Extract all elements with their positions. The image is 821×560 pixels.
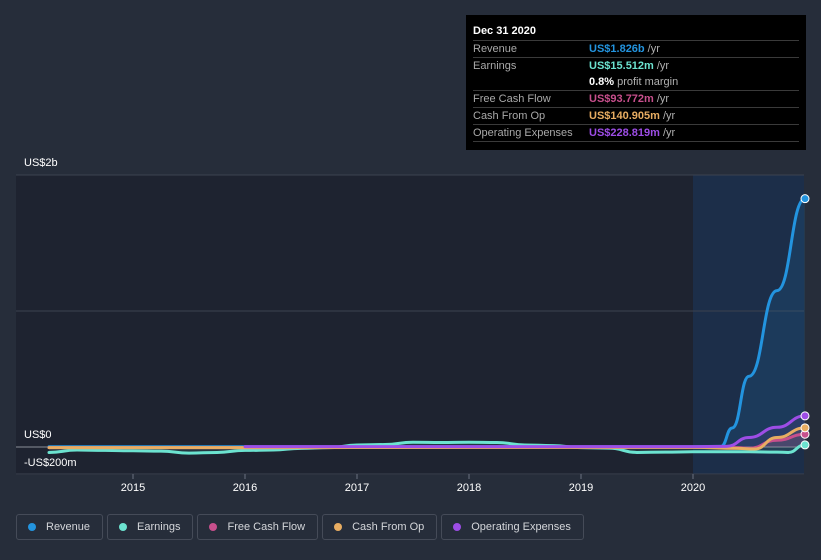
x-tick-label: 2019 — [569, 482, 593, 494]
cash-from-op-end-point — [800, 423, 810, 433]
tooltip-date: Dec 31 2020 — [473, 23, 799, 41]
earnings-end-point — [800, 440, 810, 450]
legend-label: Free Cash Flow — [227, 521, 306, 533]
y-tick-label: US$2b — [24, 157, 58, 169]
tooltip-row: 0.8% profit margin — [473, 74, 799, 91]
legend-item-operating-expenses[interactable]: Operating Expenses — [441, 514, 584, 540]
tooltip-row-label: Operating Expenses — [473, 127, 573, 139]
x-tick-label: 2017 — [345, 482, 369, 494]
tooltip-row: Revenue US$1.826b/yr — [473, 41, 799, 58]
y-tick-label: US$0 — [24, 429, 52, 441]
legend-label: Revenue — [46, 521, 91, 533]
tooltip-row-unit: /yr — [656, 93, 670, 105]
legend-dot-icon — [453, 523, 462, 531]
tooltip-row-unit: profit margin — [617, 76, 679, 88]
legend-item-cash-from-op[interactable]: Cash From Op — [322, 514, 438, 540]
tooltip-row-value: US$140.905m — [589, 110, 660, 122]
legend-dot-icon — [28, 523, 36, 531]
revenue-end-point — [800, 194, 810, 204]
legend-dot-icon — [334, 523, 343, 531]
x-tick-label: 2018 — [457, 482, 481, 494]
tooltip-row-unit: /yr — [647, 43, 660, 55]
tooltip-row-value: 0.8% — [589, 76, 615, 88]
y-tick-label: -US$200m — [24, 457, 77, 469]
tooltip-row-value: US$93.772m — [589, 93, 654, 105]
tooltip-row-unit: /yr — [662, 110, 676, 122]
legend-item-free-cash-flow[interactable]: Free Cash Flow — [197, 514, 319, 540]
tooltip-row-value: US$1.826b — [589, 43, 645, 55]
tooltip-row-value: US$15.512m — [589, 60, 654, 72]
tooltip-row-unit: /yr — [656, 60, 670, 72]
tooltip-row-value: US$228.819m — [589, 127, 660, 139]
x-tick-label: 2020 — [681, 482, 705, 494]
x-tick-label: 2015 — [121, 482, 145, 494]
plot-background — [16, 175, 804, 475]
legend: Revenue Earnings Free Cash Flow Cash From O… — [16, 514, 584, 540]
tooltip-row: Cash From Op US$140.905m/yr — [473, 108, 799, 125]
legend-label: Earnings — [137, 521, 181, 533]
legend-item-revenue[interactable]: Revenue — [16, 514, 104, 540]
tooltip-row-unit: /yr — [662, 127, 676, 139]
legend-dot-icon — [209, 523, 218, 531]
operating-expenses-end-point — [800, 411, 810, 421]
legend-label: Operating Expenses — [471, 521, 571, 533]
legend-item-earnings[interactable]: Earnings — [107, 514, 194, 540]
tooltip-row-label: Cash From Op — [473, 110, 546, 122]
tooltip-row-label: Free Cash Flow — [473, 93, 551, 105]
legend-label: Cash From Op — [352, 521, 425, 533]
legend-dot-icon — [119, 523, 128, 531]
tooltip-row-label: Earnings — [473, 60, 517, 72]
tooltip-row: Earnings US$15.512m/yr — [473, 58, 799, 74]
tooltip-row: Operating Expenses US$228.819m/yr — [473, 125, 799, 142]
tooltip: Dec 31 2020 Revenue US$1.826b/yr Earnings U… — [466, 15, 806, 150]
x-tick-label: 2016 — [233, 482, 257, 494]
tooltip-row-label: Revenue — [473, 43, 518, 55]
tooltip-row: Free Cash Flow US$93.772m/yr — [473, 91, 799, 108]
tooltip-row-label — [473, 74, 589, 90]
